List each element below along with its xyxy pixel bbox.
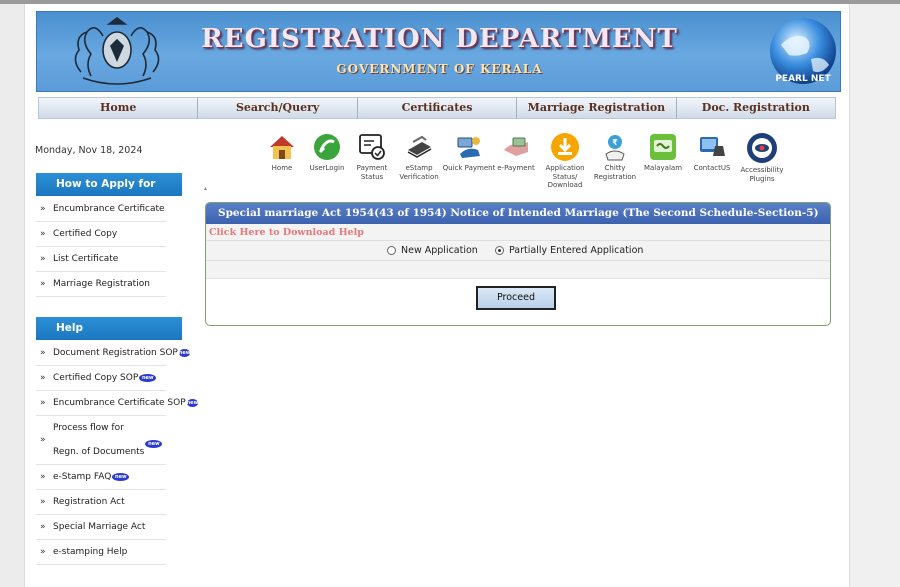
help-link-special-marriage-act[interactable]: » Special Marriage Act	[36, 515, 166, 540]
process-flow-line2: Regn. of Documents	[53, 447, 145, 457]
nav-marriage-registration[interactable]: Marriage Registration	[517, 98, 677, 118]
proceed-button[interactable]: Proceed	[476, 286, 556, 310]
nav-home[interactable]: Home	[39, 98, 199, 118]
home-icon	[270, 136, 294, 159]
help-link-registration-act[interactable]: » Registration Act	[36, 490, 166, 515]
bullet-icon: »	[40, 497, 46, 507]
help-link-certified-copy-sop[interactable]: » Certified Copy SOP new	[36, 366, 166, 391]
application-status-download-icon	[551, 133, 579, 161]
quick-link-chitty-registration[interactable]: ₹ Chitty Registration	[588, 132, 642, 181]
site-title: REGISTRATION DEPARTMENT	[201, 24, 678, 54]
radio-new-application[interactable]: New Application	[387, 245, 478, 256]
bullet-icon: »	[40, 229, 46, 239]
pearl-globe-logo: PEARL NET	[770, 18, 836, 84]
nav-search-query[interactable]: Search/Query	[198, 98, 358, 118]
new-badge-icon: new	[145, 440, 163, 448]
payment-status-icon	[359, 134, 385, 160]
quick-link-contact-us[interactable]: ContactUS	[685, 132, 739, 173]
quick-link-application-status[interactable]: Application Status/ Download	[538, 132, 592, 190]
new-badge-icon: new	[178, 349, 191, 357]
help-link-estamp-faq[interactable]: » e-Stamp FAQ new	[36, 465, 166, 490]
side-link-certified-copy[interactable]: » Certified Copy	[36, 222, 166, 247]
globe-logo-text: PEARL NET	[775, 74, 831, 84]
quick-link-accessibility-plugins[interactable]: Accessibility Plugins	[735, 132, 789, 183]
side-link-encumbrance-certificate[interactable]: » Encumbrance Certificate	[36, 197, 166, 222]
main-nav: Home Search/Query Certificates Marriage …	[38, 97, 836, 119]
help-link-process-flow[interactable]: » Process flow for Regn. of Documentsnew	[36, 416, 166, 465]
help-link-encumbrance-certificate-sop[interactable]: » Encumbrance Certificate SOP new	[36, 391, 199, 416]
side-link-list-certificate[interactable]: » List Certificate	[36, 247, 166, 272]
help-heading: Help	[36, 317, 182, 340]
radio-unchecked-icon	[387, 246, 396, 255]
help-link-estamping-help[interactable]: » e-stamping Help	[36, 540, 166, 565]
bullet-icon: »	[40, 472, 46, 482]
bullet-icon: »	[40, 204, 46, 214]
svg-text:₹: ₹	[612, 138, 618, 147]
bullet-icon: »	[40, 373, 46, 383]
bullet-icon: »	[40, 435, 46, 445]
bullet-icon: »	[40, 279, 46, 289]
nav-certificates[interactable]: Certificates	[358, 98, 518, 118]
estamp-verification-icon	[407, 135, 432, 158]
marriage-notice-form-panel: Special marriage Act 1954(43 of 1954) No…	[205, 202, 831, 326]
page-right-gutter	[850, 4, 900, 587]
form-spacer-row	[206, 261, 830, 279]
e-payment-icon	[504, 137, 528, 156]
how-to-apply-heading: How to Apply for	[36, 173, 182, 196]
quick-link-quick-payment[interactable]: Quick Payment	[442, 132, 496, 173]
bullet-icon: »	[40, 547, 46, 557]
header-banner: REGISTRATION DEPARTMENT GOVERNMENT OF KE…	[36, 11, 841, 92]
bullet-icon: »	[40, 398, 46, 408]
application-type-row: New Application Partially Entered Applic…	[206, 241, 830, 261]
site-subtitle: GOVERNMENT OF KERALA	[336, 62, 543, 76]
quick-link-estamp-verification[interactable]: eStamp Verification	[392, 132, 446, 181]
bullet-icon: »	[40, 254, 46, 264]
quick-link-payment-status[interactable]: Payment Status	[345, 132, 399, 181]
bullet-icon: »	[40, 348, 46, 358]
side-link-marriage-registration[interactable]: » Marriage Registration	[36, 272, 166, 297]
help-link-document-registration-sop[interactable]: » Document Registration SOP new	[36, 341, 191, 366]
chitty-registration-icon: ₹	[605, 135, 625, 161]
new-badge-icon: new	[186, 399, 199, 407]
quick-payment-icon	[457, 137, 480, 158]
accessibility-plugins-icon	[747, 133, 777, 163]
quick-link-e-payment[interactable]: e-Payment	[489, 132, 543, 173]
download-help-link[interactable]: Click Here to Download Help	[206, 224, 830, 241]
bullet-icon: »	[40, 522, 46, 532]
process-flow-line1: Process flow for	[53, 423, 124, 433]
new-badge-icon: new	[139, 374, 157, 382]
current-date: Monday, Nov 18, 2024	[35, 145, 143, 156]
quick-links-toolbar: Home UserLogin Payment Status eStamp Ver…	[261, 132, 821, 194]
radio-partially-entered-application[interactable]: Partially Entered Application	[495, 245, 643, 256]
form-actions: Proceed	[206, 279, 830, 319]
radio-checked-icon	[495, 246, 504, 255]
malayalam-icon	[650, 134, 676, 160]
how-to-apply-list: » Encumbrance Certificate » Certified Copy…	[36, 197, 166, 297]
help-list: » Document Registration SOP new » Certified…	[36, 341, 199, 565]
contact-us-icon	[700, 137, 725, 156]
new-badge-icon: new	[112, 473, 130, 481]
decorative-marker: ▴	[204, 185, 208, 192]
form-title: Special marriage Act 1954(43 of 1954) No…	[206, 203, 830, 224]
page-container: REGISTRATION DEPARTMENT GOVERNMENT OF KE…	[24, 4, 850, 587]
nav-doc-registration[interactable]: Doc. Registration	[677, 98, 835, 118]
quick-link-malayalam[interactable]: Malayalam	[636, 132, 690, 173]
user-login-icon	[314, 134, 340, 160]
